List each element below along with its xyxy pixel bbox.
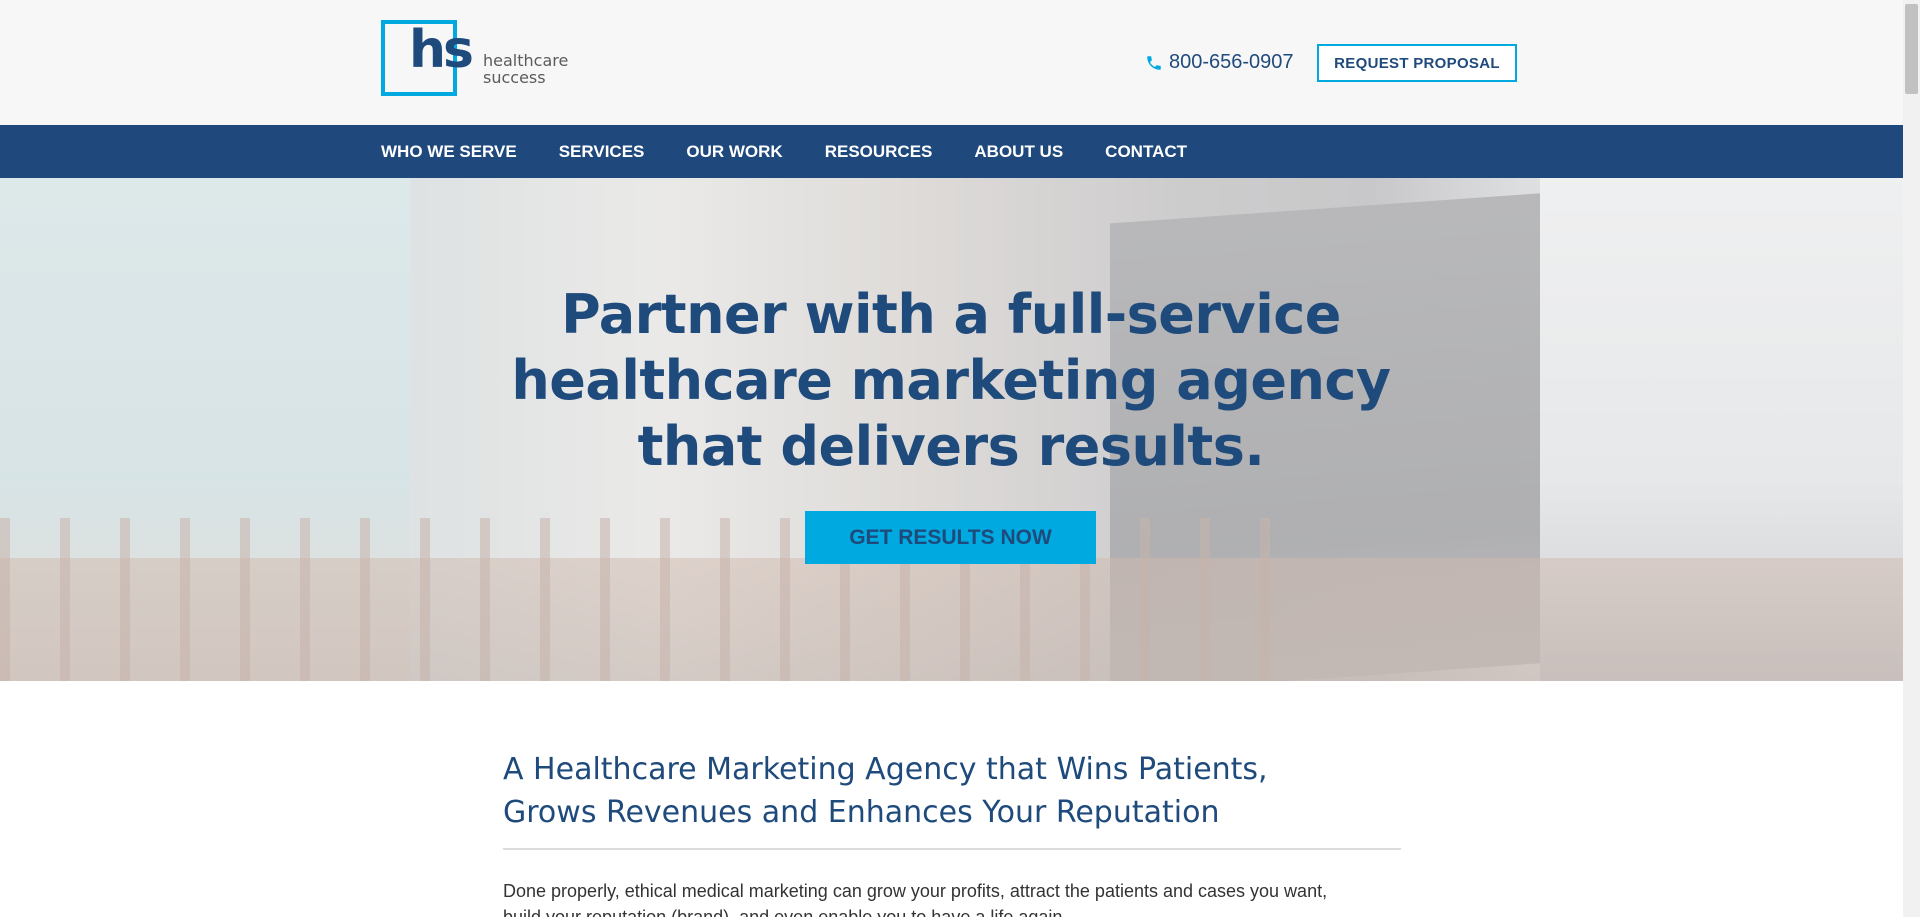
hero-title-line: that delivers results. bbox=[637, 415, 1265, 478]
intro-section: A Healthcare Marketing Agency that Wins … bbox=[503, 748, 1401, 917]
intro-paragraph: Done properly, ethical medical marketing… bbox=[503, 878, 1401, 917]
logo-word-success: success bbox=[483, 68, 546, 87]
hero-banner: Partner with a full-service healthcare m… bbox=[0, 178, 1903, 681]
hero-title-line: Partner with a full-service bbox=[561, 283, 1341, 346]
request-proposal-button[interactable]: REQUEST PROPOSAL bbox=[1317, 44, 1517, 82]
logo-letters: hs bbox=[409, 20, 474, 80]
phone-number: 800-656-0907 bbox=[1169, 51, 1294, 73]
logo-mark: hs bbox=[381, 20, 474, 104]
hero-title-line: healthcare marketing agency bbox=[511, 349, 1391, 412]
nav-item-resources[interactable]: RESOURCES bbox=[825, 142, 933, 162]
intro-heading: A Healthcare Marketing Agency that Wins … bbox=[503, 748, 1401, 834]
intro-heading-line: Grows Revenues and Enhances Your Reputat… bbox=[503, 795, 1220, 830]
page-scrollbar[interactable] bbox=[1903, 0, 1920, 917]
logo-word-healthcare: healthcare bbox=[483, 51, 569, 70]
hero-title: Partner with a full-service healthcare m… bbox=[451, 282, 1451, 480]
intro-heading-line: A Healthcare Marketing Agency that Wins … bbox=[503, 752, 1268, 787]
intro-paragraph-line: Done properly, ethical medical marketing… bbox=[503, 881, 1328, 901]
nav-item-contact[interactable]: CONTACT bbox=[1105, 142, 1187, 162]
site-header: hs healthcare success 800-656-0907 REQUE… bbox=[0, 0, 1903, 125]
nav-item-our-work[interactable]: OUR WORK bbox=[686, 142, 782, 162]
nav-item-about-us[interactable]: ABOUT US bbox=[974, 142, 1063, 162]
scrollbar-thumb[interactable] bbox=[1905, 4, 1918, 94]
intro-paragraph-line: build your reputation (brand), and even … bbox=[503, 907, 1068, 917]
page: hs healthcare success 800-656-0907 REQUE… bbox=[0, 0, 1903, 917]
logo-wordmark: healthcare success bbox=[483, 52, 568, 86]
get-results-button[interactable]: GET RESULTS NOW bbox=[805, 511, 1096, 564]
nav-item-services[interactable]: SERVICES bbox=[559, 142, 645, 162]
nav-item-who-we-serve[interactable]: WHO WE SERVE bbox=[381, 142, 517, 162]
divider bbox=[503, 848, 1401, 850]
logo[interactable]: hs healthcare success bbox=[381, 20, 601, 104]
phone-icon bbox=[1145, 54, 1163, 72]
main-nav: WHO WE SERVE SERVICES OUR WORK RESOURCES… bbox=[0, 125, 1903, 178]
phone-link[interactable]: 800-656-0907 bbox=[1145, 51, 1294, 74]
